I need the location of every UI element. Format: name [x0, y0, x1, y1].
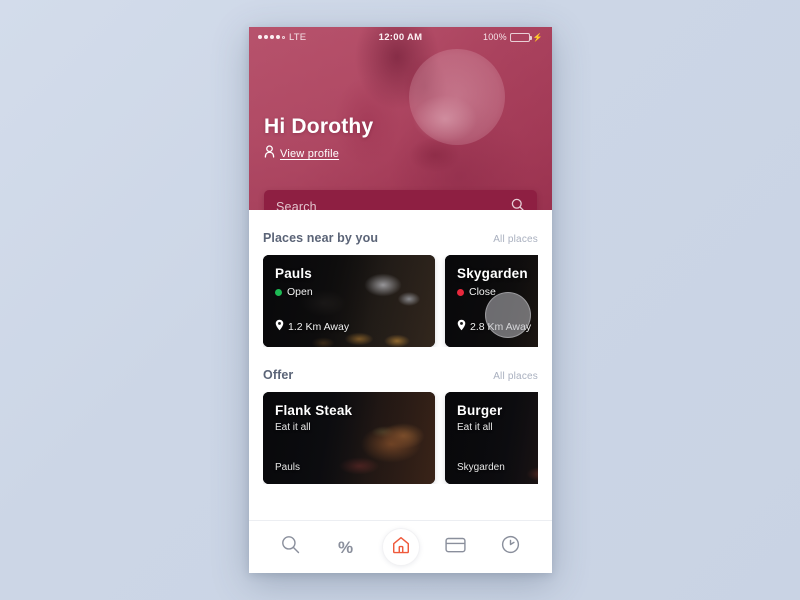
status-bar: LTE 12:00 AM 100% ⚡: [249, 27, 552, 47]
section-title-places: Places near by you: [263, 231, 379, 245]
status-bar-time: 12:00 AM: [378, 31, 423, 43]
greeting-block: Hi Dorothy View profile: [264, 115, 373, 163]
bottom-navigation-bar: %: [249, 520, 552, 573]
place-card-distance-label: 2.8 Km Away: [470, 321, 532, 333]
place-card-skygarden[interactable]: Skygarden Close 2.8 Km Away: [445, 255, 538, 347]
section-header-offer: Offer All places: [263, 347, 538, 392]
place-card-status: Close: [457, 286, 538, 298]
place-card-status-label: Open: [287, 286, 313, 298]
place-card-status-label: Close: [469, 286, 496, 298]
charging-bolt-icon: ⚡: [532, 32, 544, 42]
offer-card-row[interactable]: Flank Steak Eat it all Pauls Burger Eat …: [263, 392, 538, 484]
percent-icon: %: [337, 537, 354, 557]
nav-item-payments[interactable]: [437, 528, 475, 566]
status-dot-close-icon: [457, 288, 464, 296]
offer-card-name: Burger: [457, 403, 503, 418]
place-card-name: Skygarden: [457, 266, 528, 281]
place-card-name: Pauls: [275, 266, 313, 281]
battery-percent-label: 100%: [483, 32, 507, 42]
nav-item-offers[interactable]: %: [327, 528, 365, 566]
nav-item-history[interactable]: [492, 528, 530, 566]
offer-card-flank-steak[interactable]: Flank Steak Eat it all Pauls: [263, 392, 435, 484]
signal-strength-icon: [258, 35, 285, 39]
section-title-offer: Offer: [263, 368, 294, 382]
place-card-status: Open: [275, 286, 423, 298]
map-pin-icon: [457, 318, 466, 336]
status-dot-open-icon: [275, 288, 282, 296]
search-icon: [281, 535, 300, 559]
person-icon: [264, 145, 275, 163]
battery-icon: [509, 32, 532, 42]
main-content: Places near by you All places Pauls Open: [249, 210, 552, 520]
search-input[interactable]: Search: [264, 190, 537, 210]
place-card-distance: 2.8 Km Away: [457, 318, 538, 336]
offer-card-place: Skygarden: [457, 462, 505, 473]
view-profile-label: View profile: [280, 148, 340, 160]
status-bar-right: 100% ⚡: [422, 32, 543, 42]
offer-card-name: Flank Steak: [275, 403, 353, 418]
credit-card-icon: [445, 537, 466, 558]
network-label: LTE: [289, 31, 307, 43]
offer-card-subtitle: Eat it all: [275, 422, 311, 433]
hero-header: LTE 12:00 AM 100% ⚡ Hi Dorothy View prof…: [249, 27, 552, 210]
phone-frame: LTE 12:00 AM 100% ⚡ Hi Dorothy View prof…: [249, 27, 552, 573]
search-icon[interactable]: [511, 198, 525, 210]
search-placeholder: Search: [276, 200, 317, 210]
clock-icon: [501, 535, 520, 559]
all-places-link-offer[interactable]: All places: [493, 371, 538, 382]
offer-card-place: Pauls: [275, 462, 301, 473]
offer-card-subtitle: Eat it all: [457, 422, 493, 433]
map-pin-icon: [275, 318, 284, 336]
places-card-row[interactable]: Pauls Open 1.2 Km Away Skygarden Close 2…: [263, 255, 538, 347]
section-header-places: Places near by you All places: [263, 210, 538, 255]
place-card-distance-label: 1.2 Km Away: [288, 321, 350, 333]
page-title: Hi Dorothy: [264, 115, 374, 138]
nav-item-search[interactable]: [272, 528, 310, 566]
all-places-link-places[interactable]: All places: [493, 234, 538, 245]
offer-card-burger[interactable]: Burger Eat it all Skygarden: [445, 392, 538, 484]
status-bar-left: LTE: [258, 32, 379, 43]
place-card-distance: 1.2 Km Away: [275, 318, 423, 336]
place-card-pauls[interactable]: Pauls Open 1.2 Km Away: [263, 255, 435, 347]
nav-item-home[interactable]: [381, 528, 420, 566]
view-profile-link[interactable]: View profile: [264, 145, 373, 163]
home-icon: [391, 535, 411, 560]
